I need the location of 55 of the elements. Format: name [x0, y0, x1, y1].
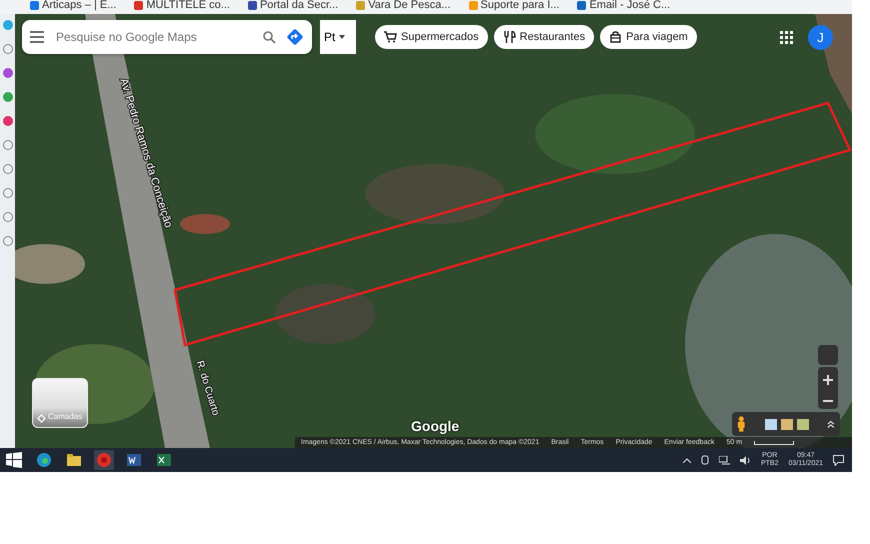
volume-icon[interactable] — [740, 456, 751, 464]
category-chip[interactable]: Supermercados — [375, 25, 488, 49]
bookmark-icon — [134, 1, 144, 10]
dirt-clearing — [15, 244, 85, 284]
apps-grid-icon[interactable] — [780, 31, 793, 44]
bookmark-icon — [30, 1, 39, 10]
google-logo: Google — [411, 417, 460, 436]
device-icon[interactable] — [700, 455, 709, 465]
caret-icon — [339, 35, 346, 39]
search-bar[interactable]: Pesquise no Google Maps — [22, 20, 312, 54]
expand-icon[interactable] — [827, 420, 835, 428]
house-roof — [180, 214, 230, 234]
bag-icon — [609, 31, 622, 43]
zoom-in-icon[interactable] — [823, 374, 833, 384]
cart-icon — [384, 31, 397, 43]
sidebar-icon[interactable] — [2, 68, 12, 78]
bookmark-link[interactable]: MULTITELE co... — [134, 0, 230, 11]
layers-icon — [37, 414, 46, 423]
map-thumbnail[interactable] — [765, 418, 778, 430]
satellite-thumbnail[interactable] — [797, 418, 810, 430]
bookmark-icon — [577, 1, 586, 10]
bookmark-icon — [356, 1, 366, 10]
document-app-icon[interactable] — [126, 452, 142, 468]
notification-icon[interactable] — [833, 454, 844, 466]
terrain-thumbnail[interactable] — [781, 418, 794, 430]
sidebar-icon[interactable] — [2, 164, 12, 174]
scale-bar — [754, 440, 794, 444]
sidebar-icon[interactable] — [2, 116, 12, 126]
bookmark-link[interactable]: Suporte para I... — [468, 0, 560, 11]
bookmark-link[interactable]: Articaps – | E... — [30, 0, 116, 11]
sidebar-icon[interactable] — [2, 236, 12, 246]
bookmark-link[interactable]: Portal da Secr... — [248, 0, 338, 11]
chevron-up-icon[interactable] — [682, 458, 691, 462]
utensils-icon — [502, 31, 516, 43]
folder-icon[interactable] — [66, 452, 82, 468]
search-icon[interactable] — [263, 30, 276, 44]
bookmark-icon — [468, 1, 478, 10]
menu-icon[interactable] — [30, 31, 44, 43]
spreadsheet-app-icon[interactable] — [156, 452, 172, 468]
sidebar-icon[interactable] — [2, 188, 12, 198]
sidebar-icon[interactable] — [2, 44, 12, 54]
sidebar-icon[interactable] — [2, 140, 12, 150]
browser-icon[interactable] — [36, 452, 52, 468]
category-chip[interactable]: Restaurantes — [494, 25, 594, 49]
language-button[interactable]: Pt — [320, 20, 356, 54]
bookmark-link[interactable]: Vara De Pesca... — [356, 0, 451, 11]
bookmark-link[interactable]: Email - José C... — [577, 0, 670, 11]
satellite-map[interactable] — [15, 14, 852, 448]
sidebar-icon[interactable] — [2, 212, 12, 222]
sidebar-icon[interactable] — [2, 92, 12, 102]
windows-logo-icon[interactable] — [6, 452, 22, 468]
pegman-icon[interactable] — [737, 415, 746, 433]
bookmark-icon — [248, 1, 257, 10]
street-label: R. do Cuarto — [194, 360, 221, 417]
category-chip[interactable]: Para viagem — [600, 25, 697, 49]
